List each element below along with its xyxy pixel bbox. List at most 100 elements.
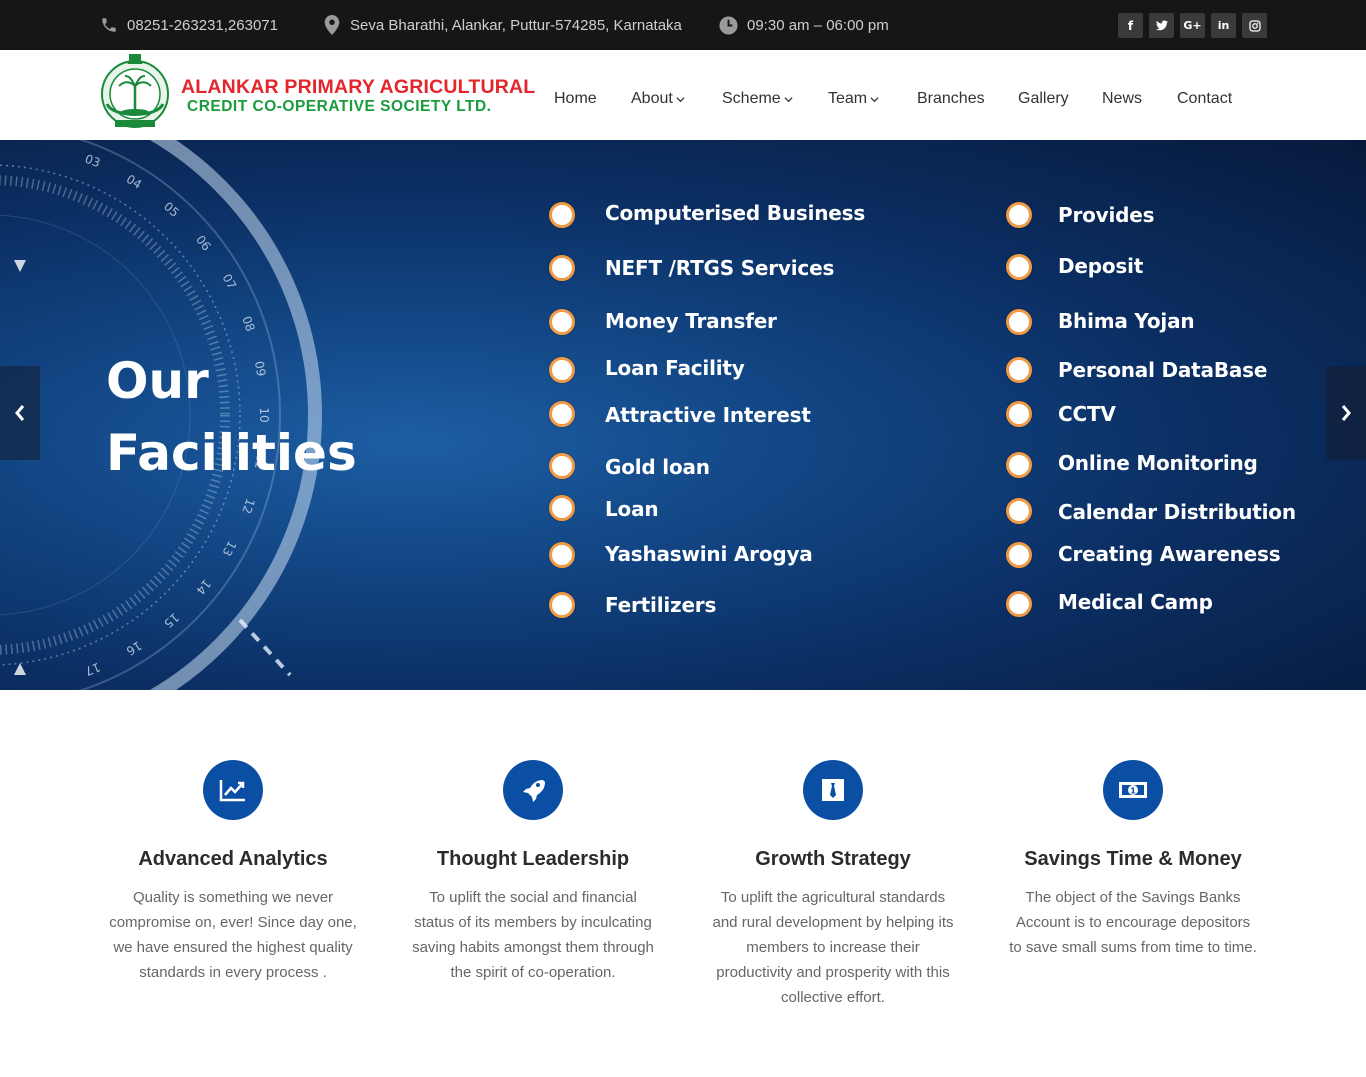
dial-number: 16 [124, 638, 144, 658]
chevron-right-icon [1341, 405, 1351, 421]
feature-card: Advanced Analytics Quality is something … [108, 760, 358, 985]
analytics-chart-icon [203, 760, 263, 820]
chevron-left-icon [15, 405, 25, 421]
nav-gallery[interactable]: Gallery [1018, 90, 1069, 108]
hero-slider: 03 04 05 06 07 08 09 10 11 12 13 14 15 16 17 Our Facil… [0, 140, 1366, 690]
linkedin-icon[interactable]: in [1211, 13, 1236, 38]
dial-number: 14 [193, 577, 213, 598]
nav-branches-label: Branches [917, 90, 985, 107]
address-text: Seva Bharathi, Alankar, Puttur-574285, K… [350, 16, 682, 34]
dial-number: 06 [193, 233, 213, 254]
location-pin-icon [322, 15, 341, 35]
facebook-icon[interactable]: f [1118, 13, 1143, 38]
dial-number: 12 [239, 497, 257, 516]
chevron-down-icon [784, 96, 793, 102]
feature-text: The object of the Savings Banks Account … [1009, 889, 1257, 956]
list-bullet-icon [1006, 202, 1032, 228]
list-bullet-icon [549, 401, 575, 427]
phone-info: 08251-263231,263071 [99, 0, 278, 50]
list-bullet-icon [1006, 401, 1032, 427]
list-bullet-icon [549, 592, 575, 618]
hero-heading: Our Facilities [106, 345, 357, 489]
dial-number: 05 [161, 199, 182, 220]
society-emblem-logo[interactable] [99, 52, 171, 130]
svg-text:1: 1 [1130, 787, 1136, 796]
nav-team[interactable]: Team [828, 90, 879, 108]
twitter-icon[interactable] [1149, 13, 1174, 38]
money-bill-icon: 1 [1103, 760, 1163, 820]
list-bullet-icon [549, 309, 575, 335]
facility-item: Creating Awareness [1058, 542, 1281, 566]
dial-number: 15 [161, 610, 182, 631]
nav-contact[interactable]: Contact [1177, 90, 1232, 108]
dial-number: 13 [219, 538, 239, 558]
facility-item: CCTV [1058, 402, 1116, 426]
feature-card: Growth Strategy To uplift the agricultur… [708, 760, 958, 1010]
dial-number: 07 [219, 271, 239, 291]
list-bullet-icon [549, 542, 575, 568]
list-bullet-icon [549, 202, 575, 228]
nav-home[interactable]: Home [554, 90, 597, 108]
facility-item: Deposit [1058, 254, 1144, 278]
facility-item: Fertilizers [605, 593, 717, 617]
facility-item: Yashaswini Arogya [605, 542, 813, 566]
list-bullet-icon [549, 357, 575, 383]
logo-title-line2[interactable]: CREDIT CO-OPERATIVE SOCIETY LTD. [187, 98, 492, 116]
feature-card: Thought Leadership To uplift the social … [408, 760, 658, 985]
google-plus-icon[interactable]: G+ [1180, 13, 1205, 38]
rocket-icon [503, 760, 563, 820]
facility-item: NEFT /RTGS Services [605, 256, 835, 280]
facility-item: Personal DataBase [1058, 358, 1268, 382]
phone-icon [99, 16, 118, 35]
feature-card: 1 Savings Time & Money The object of the… [1008, 760, 1258, 960]
facility-item: Loan [605, 497, 659, 521]
list-bullet-icon [1006, 542, 1032, 568]
social-links: f G+ in [1118, 13, 1267, 38]
facility-item: Loan Facility [605, 356, 745, 380]
top-bar: 08251-263231,263071 Seva Bharathi, Alank… [0, 0, 1366, 50]
nav-gallery-label: Gallery [1018, 90, 1069, 107]
tie-icon [803, 760, 863, 820]
hours-info: 09:30 am – 06:00 pm [719, 0, 889, 50]
nav-home-label: Home [554, 90, 597, 107]
facility-item: Bhima Yojan [1058, 309, 1195, 333]
nav-news-label: News [1102, 90, 1143, 107]
instagram-icon[interactable] [1242, 13, 1267, 38]
feature-title: Thought Leadership [436, 848, 630, 870]
list-bullet-icon [1006, 452, 1032, 478]
facility-item: Gold loan [605, 455, 710, 479]
nav-contact-label: Contact [1177, 90, 1233, 107]
facility-item: Online Monitoring [1058, 451, 1258, 475]
hero-heading-line2: Facilities [106, 424, 357, 482]
nav-scheme-label: Scheme [722, 90, 781, 107]
site-header: ALANKAR PRIMARY AGRICULTURAL CREDIT CO-O… [0, 50, 1366, 140]
facility-item: Attractive Interest [605, 403, 811, 427]
nav-news[interactable]: News [1102, 90, 1142, 108]
facility-item: Computerised Business [605, 201, 866, 225]
slider-prev-button[interactable] [0, 366, 40, 460]
feature-text: Quality is something we never compromise… [109, 889, 357, 981]
chevron-down-icon [870, 96, 879, 102]
chevron-down-icon [676, 96, 685, 102]
feature-title: Growth Strategy [755, 848, 911, 870]
list-bullet-icon [1006, 309, 1032, 335]
facility-item: Provides [1058, 203, 1155, 227]
address-info: Seva Bharathi, Alankar, Puttur-574285, K… [322, 0, 682, 50]
nav-branches[interactable]: Branches [917, 90, 985, 108]
logo-title-line1[interactable]: ALANKAR PRIMARY AGRICULTURAL [181, 76, 535, 99]
nav-scheme[interactable]: Scheme [722, 90, 793, 108]
dial-number: 08 [239, 314, 257, 333]
slider-next-button[interactable] [1326, 366, 1366, 460]
dial-number: 04 [124, 172, 144, 192]
nav-about[interactable]: About [631, 90, 685, 108]
feature-title: Advanced Analytics [138, 848, 328, 870]
feature-title: Savings Time & Money [1024, 848, 1242, 870]
list-bullet-icon [549, 255, 575, 281]
dial-number: 03 [83, 152, 102, 171]
feature-text: To uplift the social and financial statu… [412, 889, 654, 981]
list-bullet-icon [549, 495, 575, 521]
nav-about-label: About [631, 90, 673, 107]
list-bullet-icon [1006, 357, 1032, 383]
list-bullet-icon [1006, 254, 1032, 280]
clock-icon [719, 15, 738, 35]
